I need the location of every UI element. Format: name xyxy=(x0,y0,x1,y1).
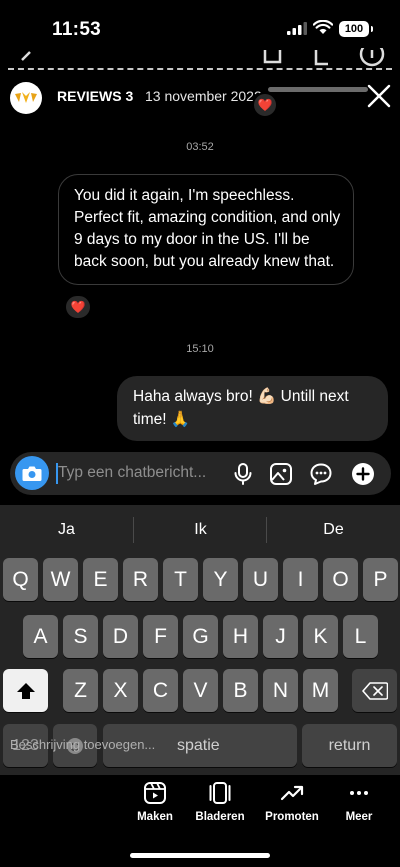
key-k[interactable]: K xyxy=(303,615,338,658)
action-browse[interactable]: Bladeren xyxy=(185,781,255,823)
action-label: Meer xyxy=(345,811,373,823)
account-name[interactable]: REVIEWS 3 xyxy=(57,88,133,104)
key-d[interactable]: D xyxy=(103,615,138,658)
shift-key[interactable] xyxy=(3,669,48,712)
message-text: Haha always bro! 💪🏻 Untill next time! 🙏 xyxy=(133,388,349,428)
reels-icon xyxy=(144,782,166,804)
camera-button[interactable] xyxy=(15,456,49,490)
sticker-icon[interactable] xyxy=(309,462,333,486)
close-icon[interactable] xyxy=(366,83,392,109)
key-r[interactable]: R xyxy=(123,558,158,601)
backspace-key[interactable] xyxy=(352,669,397,712)
heart-reaction: ❤️ xyxy=(70,300,86,314)
message-timestamp: 15:10 xyxy=(186,343,214,355)
suggestion-3[interactable]: De xyxy=(267,521,400,539)
chat-input-bar: Typ een chatbericht... xyxy=(10,452,391,495)
key-x[interactable]: X xyxy=(103,669,138,712)
key-c[interactable]: C xyxy=(143,669,178,712)
key-i[interactable]: I xyxy=(283,558,318,601)
battery-indicator: 100 xyxy=(339,21,373,37)
key-s[interactable]: S xyxy=(63,615,98,658)
key-y[interactable]: Y xyxy=(203,558,238,601)
key-n[interactable]: N xyxy=(263,669,298,712)
reaction-badge: ❤️ xyxy=(252,92,278,118)
status-time: 11:53 xyxy=(52,19,102,40)
key-b[interactable]: B xyxy=(223,669,258,712)
story-progress xyxy=(268,87,368,92)
key-g[interactable]: G xyxy=(183,615,218,658)
message-text: You did it again, I'm speechless. Perfec… xyxy=(74,187,341,270)
key-h[interactable]: H xyxy=(223,615,258,658)
gallery-icon[interactable] xyxy=(269,462,293,486)
key-u[interactable]: U xyxy=(243,558,278,601)
key-p[interactable]: P xyxy=(363,558,398,601)
camera-icon xyxy=(22,466,42,481)
key-w[interactable]: W xyxy=(43,558,78,601)
heart-reaction: ❤️ xyxy=(257,98,273,112)
key-t[interactable]: T xyxy=(163,558,198,601)
suggestion-2[interactable]: Ik xyxy=(134,521,267,539)
return-key[interactable]: return xyxy=(302,724,397,767)
action-label: Bladeren xyxy=(195,811,245,823)
dictation-hint: Beschrijving toevoegen... xyxy=(10,737,156,752)
backspace-icon xyxy=(361,681,388,700)
more-icon xyxy=(350,791,368,795)
wifi-icon xyxy=(313,20,333,34)
divider xyxy=(8,68,392,70)
key-e[interactable]: E xyxy=(83,558,118,601)
action-bar: Maken Bladeren Promoten Meer xyxy=(0,775,400,867)
shift-icon xyxy=(16,682,35,699)
message-input[interactable]: Typ een chatbericht... xyxy=(58,464,206,482)
avatar[interactable] xyxy=(10,82,42,114)
story-header: REVIEWS 3 13 november 2022 ❤️ xyxy=(0,80,400,118)
key-l[interactable]: L xyxy=(343,615,378,658)
action-create[interactable]: Maken xyxy=(120,781,190,823)
message-timestamp: 03:52 xyxy=(186,141,214,153)
post-date: 13 november 2022 xyxy=(145,88,262,104)
signal-icon xyxy=(287,22,307,35)
action-label: Maken xyxy=(137,811,173,823)
message-reaction[interactable]: ❤️ xyxy=(64,294,92,320)
key-j[interactable]: J xyxy=(263,615,298,658)
suggestion-1[interactable]: Ja xyxy=(0,521,133,539)
key-m[interactable]: M xyxy=(303,669,338,712)
crown-logo-icon xyxy=(15,92,37,103)
action-promote[interactable]: Promoten xyxy=(257,781,327,823)
key-z[interactable]: Z xyxy=(63,669,98,712)
key-f[interactable]: F xyxy=(143,615,178,658)
microphone-icon[interactable] xyxy=(231,462,255,486)
action-more[interactable]: Meer xyxy=(324,781,394,823)
trend-icon xyxy=(280,785,304,801)
key-q[interactable]: Q xyxy=(3,558,38,601)
add-icon[interactable] xyxy=(351,462,375,486)
browse-icon xyxy=(209,782,231,804)
message-incoming[interactable]: You did it again, I'm speechless. Perfec… xyxy=(58,174,354,285)
key-a[interactable]: A xyxy=(23,615,58,658)
key-v[interactable]: V xyxy=(183,669,218,712)
battery-level: 100 xyxy=(344,23,364,35)
action-label: Promoten xyxy=(265,811,319,823)
home-indicator[interactable] xyxy=(130,853,270,858)
key-o[interactable]: O xyxy=(323,558,358,601)
message-outgoing[interactable]: Haha always bro! 💪🏻 Untill next time! 🙏 xyxy=(117,376,388,441)
